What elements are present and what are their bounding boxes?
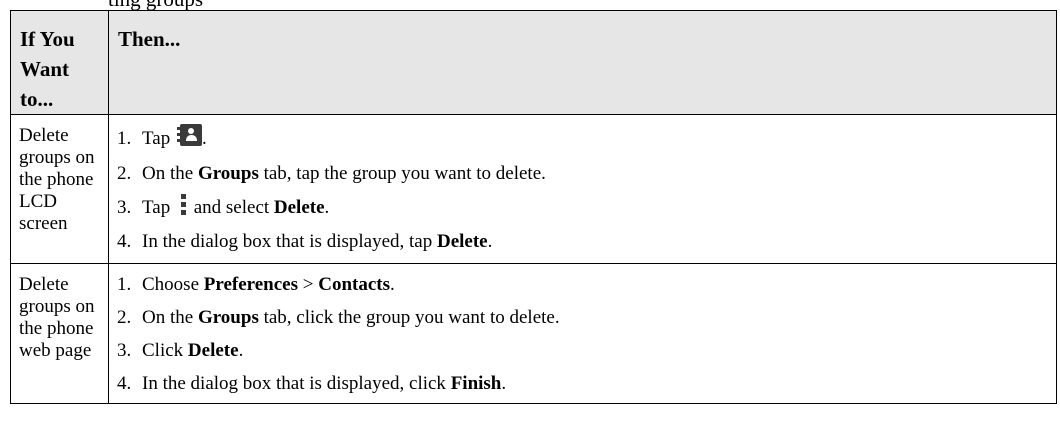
more-menu-icon — [180, 194, 186, 215]
step-item: 3. Tap and select Delete. — [117, 193, 1056, 227]
step-text: tab, tap the group you want to delete. — [258, 163, 546, 184]
step-text: In the dialog box that is displayed, tap — [142, 231, 437, 252]
table-header-row: If You Want to... Then... — [10, 10, 1057, 115]
ui-term-bold: Finish — [450, 373, 502, 394]
step-item: 2. On the Groups tab, click the group you… — [117, 303, 1056, 336]
steps-cell: 1. Choose Preferences > Contacts. 2. On th… — [108, 263, 1057, 404]
step-number: 2. — [117, 163, 132, 184]
steps-list: 1. Tap . 2. On the Groups tab, tap the gro… — [117, 121, 1056, 261]
step-text: On the — [142, 307, 198, 328]
step-number: 3. — [117, 197, 132, 218]
preceding-text-fragment: ting groups — [108, 0, 203, 10]
steps-list: 1. Choose Preferences > Contacts. 2. On th… — [117, 270, 1056, 402]
condition-cell: Delete groups on the phone LCD screen — [10, 114, 109, 264]
step-text: Choose — [142, 274, 204, 295]
table-row: Delete groups on the phone LCD screen 1.… — [10, 114, 1057, 264]
step-item: 2. On the Groups tab, tap the group you w… — [117, 159, 1056, 193]
step-text: . — [201, 128, 207, 149]
ui-term-bold: Groups — [197, 307, 259, 328]
step-text: Tap — [142, 128, 175, 149]
instructions-table: If You Want to... Then... Delete groups … — [10, 10, 1057, 404]
step-number: 1. — [117, 128, 132, 149]
step-number: 1. — [117, 274, 132, 295]
step-text: and select — [188, 197, 274, 218]
step-item: 1. Choose Preferences > Contacts. — [117, 270, 1056, 303]
step-text: . — [501, 373, 507, 394]
step-item: 1. Tap . — [117, 121, 1056, 159]
step-item: 3. Click Delete. — [117, 336, 1056, 369]
step-text: On the — [142, 163, 198, 184]
step-text: . — [238, 340, 244, 361]
ui-term-bold: Preferences — [203, 274, 298, 295]
step-number: 3. — [117, 340, 132, 361]
step-number: 4. — [117, 231, 132, 252]
step-item: 4. In the dialog box that is displayed, c… — [117, 369, 1056, 402]
step-text: In the dialog box that is displayed, cli… — [142, 373, 451, 394]
step-text: tab, click the group you want to delete. — [258, 307, 560, 328]
step-text: Tap — [142, 197, 175, 218]
ui-term-bold: Delete — [436, 231, 488, 252]
step-text: > — [298, 274, 319, 295]
table-row: Delete groups on the phone web page 1. Ch… — [10, 263, 1057, 404]
ui-term-bold: Delete — [273, 197, 325, 218]
step-number: 4. — [117, 373, 132, 394]
contacts-icon — [176, 124, 202, 146]
step-text: Click — [142, 340, 188, 361]
step-text: . — [487, 231, 493, 252]
step-number: 2. — [117, 307, 132, 328]
steps-cell: 1. Tap . 2. On the Groups tab, tap the gro… — [108, 114, 1057, 264]
document-page: ting groups If You Want to... Then... De… — [0, 0, 1060, 435]
step-item: 4. In the dialog box that is displayed, t… — [117, 227, 1056, 261]
step-text: . — [390, 274, 395, 295]
condition-cell: Delete groups on the phone web page — [10, 263, 109, 404]
header-then: Then... — [108, 10, 1057, 115]
step-text: . — [324, 197, 330, 218]
ui-term-bold: Contacts — [318, 274, 390, 295]
ui-term-bold: Groups — [197, 163, 259, 184]
ui-term-bold: Delete — [187, 340, 239, 361]
header-if-you-want-to: If You Want to... — [10, 10, 109, 115]
